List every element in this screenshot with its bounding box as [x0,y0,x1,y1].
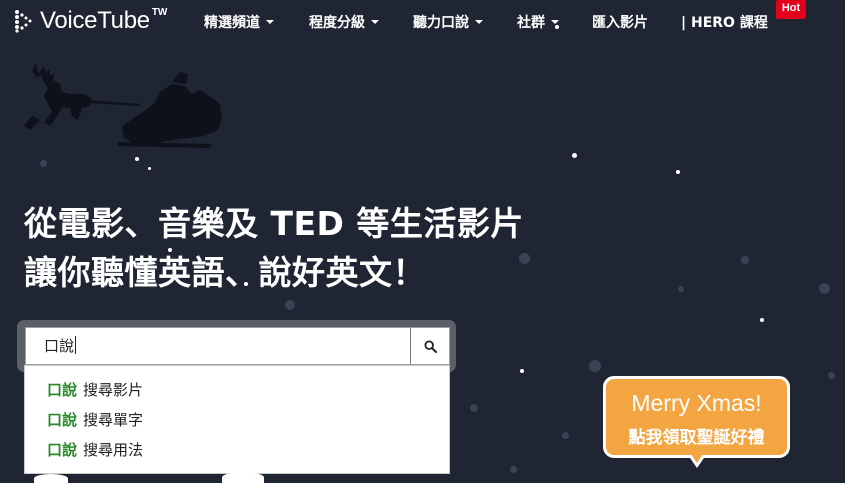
promo-title: Merry Xmas! [631,390,762,416]
nav-item-import-video[interactable]: 匯入影片 [592,12,648,32]
xmas-promo-bubble[interactable]: Merry Xmas! 點我領取聖誕好禮 [603,376,790,458]
search-button[interactable] [410,327,450,365]
nav-item-community[interactable]: 社群 [517,12,559,32]
santa-sleigh-icon [24,64,222,148]
card-peek-right [222,472,264,483]
brand-logo[interactable]: VoiceTube TW [14,6,167,36]
suggestion-search-usage[interactable]: 口說 搜尋用法 [47,439,143,461]
nav-item-channels[interactable]: 精選頻道 [204,12,274,32]
nav-item-label: | HERO 課程 [681,15,768,31]
suggestion-keyword: 口說 [47,411,78,429]
search-input-value: 口說 [44,337,75,355]
search-input[interactable]: 口說 [25,327,411,365]
nav-item-hero-course[interactable]: | HERO 課程 [681,12,768,32]
caret-down-icon [475,20,483,24]
search-suggestions-dropdown: 口說 搜尋影片 口說 搜尋單字 口說 搜尋用法 [24,365,450,474]
nav-item-label: 精選頻道 [204,15,260,31]
caret-down-icon [371,20,379,24]
card-peek-left [34,474,68,483]
hero-headline-line2: 讓你聽懂英語、說好英文！ [24,253,426,292]
promo-bubble-tail-inner [691,454,703,463]
suggestion-keyword: 口說 [47,381,78,399]
text-cursor [75,336,77,354]
nav-item-label: 程度分級 [309,15,365,31]
suggestion-label: 搜尋影片 [83,381,144,399]
nav-item-label: 聽力口說 [413,15,469,31]
nav-item-levels[interactable]: 程度分級 [309,12,379,32]
suggestion-keyword: 口說 [47,441,78,459]
search-icon [423,339,437,353]
brand-name: VoiceTube [40,7,150,34]
nav-item-listening-speaking[interactable]: 聽力口說 [413,12,483,32]
suggestion-search-words[interactable]: 口說 搜尋單字 [47,409,143,431]
brand-region: TW [151,6,168,18]
suggestion-search-videos[interactable]: 口說 搜尋影片 [47,379,143,401]
hot-badge: Hot [776,0,806,19]
caret-down-icon [266,20,274,24]
hero-headline-line1: 從電影、音樂及 TED 等生活影片 [24,204,524,243]
voicetube-play-icon [15,10,32,33]
nav-item-label: 匯入影片 [592,15,648,31]
nav-item-label: 社群 [517,15,545,31]
top-navbar: VoiceTube TW 精選頻道 程度分級 聽力口說 社群 匯入影片 | HE… [0,0,845,44]
caret-down-icon [551,20,559,24]
suggestion-label: 搜尋單字 [83,411,144,429]
promo-subtitle: 點我領取聖誕好禮 [628,428,765,448]
suggestion-label: 搜尋用法 [83,441,144,459]
